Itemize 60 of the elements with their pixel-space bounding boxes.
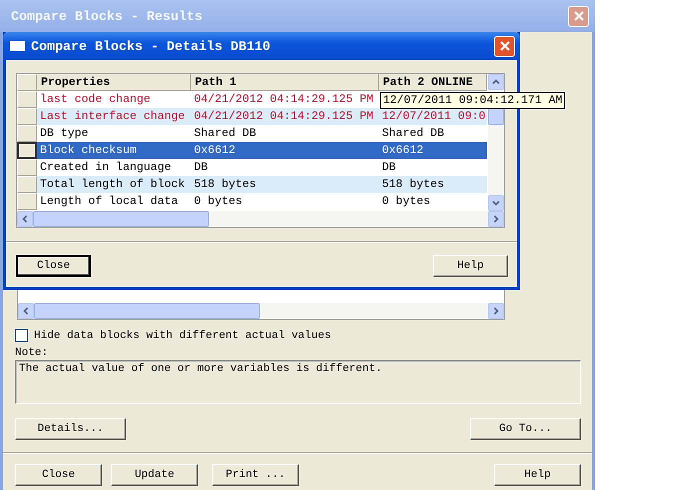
- table-row[interactable]: Last interface change 04/21/2012 04:14:29.125 PM 12/07/2011 09:0: [17, 108, 487, 125]
- dialog-button[interactable]: Close: [16, 255, 91, 277]
- close-icon: [572, 10, 584, 22]
- scroll-thumb[interactable]: [34, 303, 260, 319]
- checkbox-label[interactable]: Hide data blocks with different actual values: [34, 330, 332, 342]
- table-cell-text: Block checksum: [39, 144, 138, 157]
- close-icon: [498, 40, 510, 52]
- table-cell: 0 bytes: [382, 195, 430, 208]
- column-header[interactable]: Path 2 ONLINE: [379, 74, 487, 91]
- close-button[interactable]: [494, 36, 515, 56]
- table-cell: 12/07/2011 09:0: [382, 110, 486, 123]
- table-row[interactable]: Block checksum 0x6612 0x6612: [17, 142, 487, 159]
- table-cell-text: 0x6612: [193, 144, 236, 157]
- row-header[interactable]: [17, 142, 37, 159]
- table-cell: 518 bytes: [382, 178, 444, 191]
- dialog-button[interactable]: Help: [494, 464, 581, 486]
- checkbox[interactable]: [15, 329, 28, 342]
- scroll-right-button[interactable]: [488, 211, 504, 227]
- table-cell-text: DB type: [39, 127, 90, 140]
- table-cell: 0x6612: [382, 144, 424, 157]
- table-cell-text: 0 bytes: [193, 195, 244, 208]
- table-cell-text: Shared DB: [193, 127, 258, 140]
- table-cell-text: 04/21/2012 04:14:29.125 PM: [193, 110, 374, 123]
- table-cell-text: Length of local data: [39, 195, 180, 208]
- note-label: Note:: [15, 347, 50, 359]
- window-title: Compare Blocks - Results: [10, 8, 204, 24]
- table-cell-text: Total length of block: [39, 178, 186, 191]
- horizontal-scrollbar[interactable]: [18, 303, 504, 319]
- table-cell-text: DB: [193, 161, 209, 174]
- window-icon: [10, 41, 25, 51]
- scroll-thumb[interactable]: [33, 211, 209, 227]
- scroll-down-button[interactable]: [488, 195, 504, 211]
- scroll-up-button[interactable]: [488, 74, 504, 90]
- table-row[interactable]: DB type Shared DB Shared DB: [17, 125, 487, 142]
- column-header[interactable]: Path 1: [191, 74, 379, 91]
- column-header[interactable]: Properties: [37, 74, 191, 91]
- note-text: The actual value of one or more variables is different.: [19, 363, 382, 375]
- table-cell-text: 518 bytes: [193, 178, 258, 191]
- scroll-left-button[interactable]: [17, 211, 33, 227]
- table-cell: DB: [382, 161, 396, 174]
- table-cell-text: Created in language: [39, 161, 172, 174]
- action-button[interactable]: Details...: [15, 418, 126, 440]
- horizontal-scrollbar[interactable]: [17, 211, 504, 227]
- scroll-right-button[interactable]: [488, 303, 504, 319]
- dialog-button[interactable]: Close: [15, 464, 102, 486]
- table-row[interactable]: Length of local data 0 bytes 0 bytes: [17, 193, 487, 210]
- scroll-left-button[interactable]: [18, 303, 34, 319]
- table-cell-text: 04/21/2012 04:14:29.125 PM: [193, 93, 374, 106]
- table-cell-text: Last interface change: [39, 110, 186, 123]
- table-row[interactable]: Created in language DB DB: [17, 159, 487, 176]
- action-button[interactable]: Go To...: [470, 418, 581, 440]
- tooltip: 12/07/2011 09:04:12.171 AM: [380, 92, 566, 108]
- table-cell-text: last code change: [39, 93, 152, 106]
- dialog-button[interactable]: Update: [111, 464, 198, 486]
- dialog-button[interactable]: Help: [433, 255, 508, 277]
- close-button[interactable]: [568, 6, 589, 26]
- table-cell: Shared DB: [382, 127, 444, 140]
- dialog-title: Compare Blocks - Details DB110: [31, 38, 272, 54]
- table-row[interactable]: Total length of block 518 bytes 518 bytes: [17, 176, 487, 193]
- dialog-button[interactable]: Print ...: [212, 464, 299, 486]
